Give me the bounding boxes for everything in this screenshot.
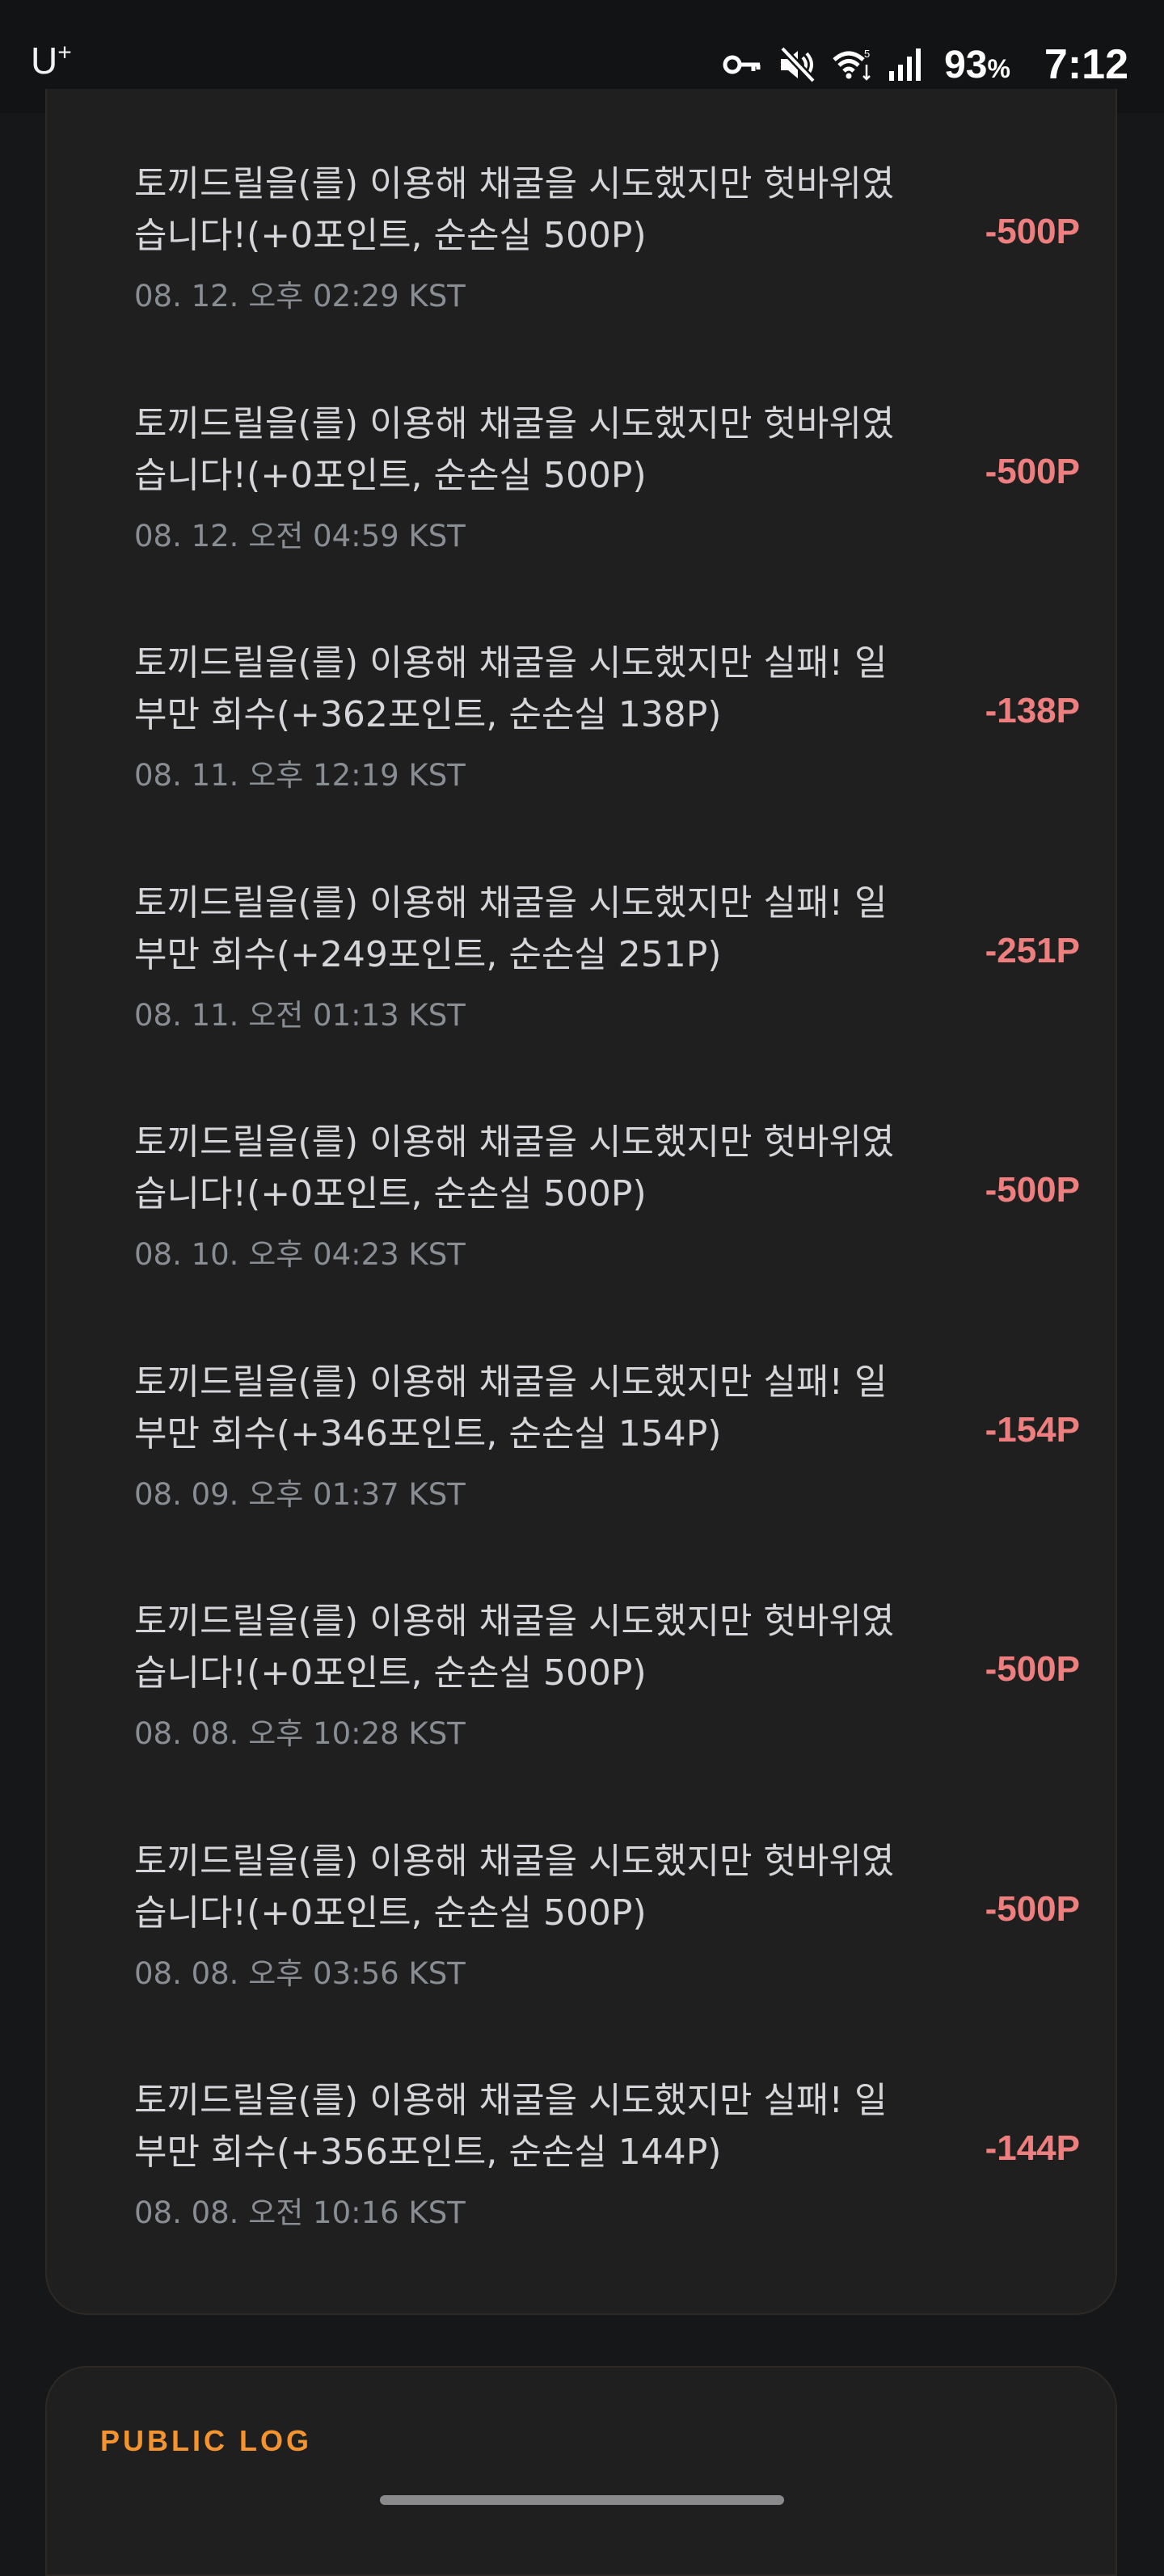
log-item: 토끼드릴을(를) 이용해 채굴을 시도했지만 헛바위였습니다!(+0포인트, 순… (134, 1117, 1080, 1311)
svg-text:5: 5 (864, 48, 870, 60)
log-message: 토끼드릴을(를) 이용해 채굴을 시도했지만 헛바위였습니다!(+0포인트, 순… (134, 403, 895, 496)
signal-icon (889, 48, 922, 81)
log-item: 토끼드릴을(를) 이용해 채굴을 시도했지만 헛바위였습니다!(+0포인트, 순… (134, 398, 1080, 592)
log-timestamp: 08. 08. 오전 10:16 KST (134, 2195, 466, 2230)
log-amount: -500P (985, 1649, 1080, 1689)
carrier-superscript: + (57, 39, 72, 66)
mining-log-card: 토끼드릴을(를) 이용해 채굴을 시도했지만 헛바위였습니다!(+0포인트, 순… (45, 89, 1117, 2315)
log-item: 토끼드릴을(를) 이용해 채굴을 시도했지만 헛바위였습니다!(+0포인트, 순… (134, 158, 1080, 352)
battery-value: 93 (944, 43, 988, 86)
log-item: 토끼드릴을(를) 이용해 채굴을 시도했지만 실패! 일부만 회수(+346포인… (134, 1357, 1080, 1551)
log-amount: -500P (985, 212, 1080, 251)
key-icon (723, 55, 761, 74)
battery-level: 93% (944, 43, 1010, 87)
battery-unit: % (987, 53, 1010, 83)
log-timestamp: 08. 08. 오후 10:28 KST (134, 1716, 466, 1751)
public-log-title: PUBLIC LOG (100, 2424, 312, 2457)
log-item: 토끼드릴을(를) 이용해 채굴을 시도했지만 헛바위였습니다!(+0포인트, 순… (134, 1836, 1080, 2030)
wifi-icon: 5 (833, 48, 871, 81)
log-amount: -500P (985, 1889, 1080, 1929)
log-amount: -500P (985, 1170, 1080, 1210)
log-item: 토끼드릴을(를) 이용해 채굴을 시도했지만 실패! 일부만 회수(+356포인… (134, 2075, 1080, 2269)
status-icons: 5 93% 7:12 (721, 32, 1128, 97)
log-item: 토끼드릴을(를) 이용해 채굴을 시도했지만 실패! 일부만 회수(+362포인… (134, 638, 1080, 831)
log-message: 토끼드릴을(를) 이용해 채굴을 시도했지만 실패! 일부만 회수(+362포인… (134, 642, 888, 735)
clock: 7:12 (1044, 41, 1128, 88)
log-message: 토끼드릴을(를) 이용해 채굴을 시도했지만 헛바위였습니다!(+0포인트, 순… (134, 163, 895, 256)
mute-icon (779, 45, 816, 84)
log-item: 토끼드릴을(를) 이용해 채굴을 시도했지만 헛바위였습니다!(+0포인트, 순… (134, 1596, 1080, 1790)
log-timestamp: 08. 09. 오후 01:37 KST (134, 1477, 466, 1512)
log-item: 토끼드릴을(를) 이용해 채굴을 시도했지만 실패! 일부만 회수(+249포인… (134, 878, 1080, 1071)
log-message: 토끼드릴을(를) 이용해 채굴을 시도했지만 헛바위였습니다!(+0포인트, 순… (134, 1601, 895, 1694)
log-message: 토끼드릴을(를) 이용해 채굴을 시도했지만 헛바위였습니다!(+0포인트, 순… (134, 1122, 895, 1214)
home-indicator[interactable] (380, 2495, 784, 2505)
log-timestamp: 08. 11. 오후 12:19 KST (134, 758, 466, 793)
log-amount: -154P (985, 1410, 1080, 1450)
log-timestamp: 08. 10. 오후 04:23 KST (134, 1237, 466, 1272)
log-timestamp: 08. 08. 오후 03:56 KST (134, 1956, 466, 1991)
log-timestamp: 08. 11. 오전 01:13 KST (134, 998, 466, 1033)
public-log-card: PUBLIC LOG (45, 2366, 1117, 2576)
log-amount: -500P (985, 452, 1080, 491)
log-timestamp: 08. 12. 오전 04:59 KST (134, 519, 466, 554)
log-message: 토끼드릴을(를) 이용해 채굴을 시도했지만 헛바위였습니다!(+0포인트, 순… (134, 1841, 895, 1934)
carrier-name: U (31, 40, 58, 82)
log-amount: -144P (985, 2128, 1080, 2168)
log-message: 토끼드릴을(를) 이용해 채굴을 시도했지만 실패! 일부만 회수(+346포인… (134, 1362, 888, 1454)
carrier-label: U+ (31, 39, 72, 82)
log-message: 토끼드릴을(를) 이용해 채굴을 시도했지만 실패! 일부만 회수(+249포인… (134, 882, 888, 975)
log-amount: -251P (985, 931, 1080, 970)
log-amount: -138P (985, 691, 1080, 730)
log-message: 토끼드릴을(를) 이용해 채굴을 시도했지만 실패! 일부만 회수(+356포인… (134, 2080, 888, 2173)
log-timestamp: 08. 12. 오후 02:29 KST (134, 279, 466, 314)
